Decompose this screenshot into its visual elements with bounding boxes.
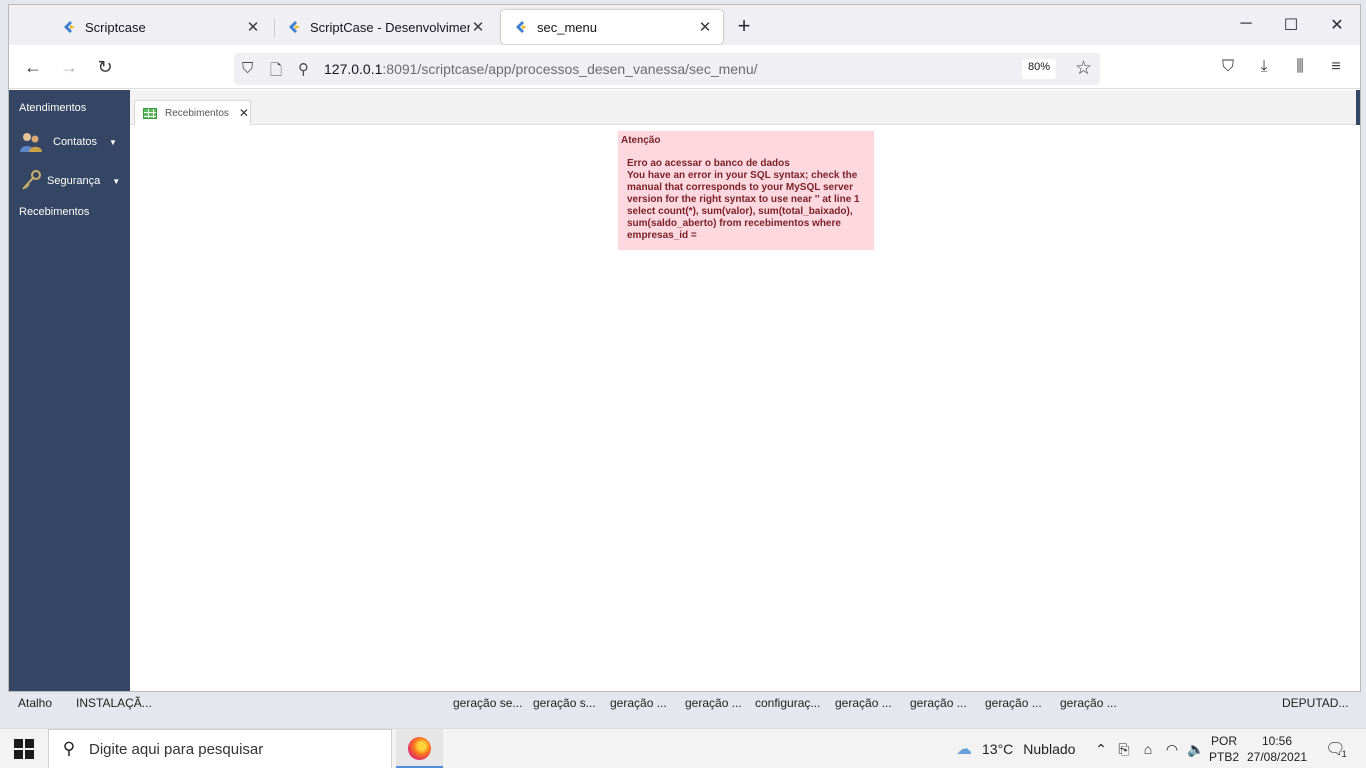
permissions-icon[interactable]: ⚲ bbox=[298, 60, 309, 78]
desktop-icon[interactable]: geração ... bbox=[985, 696, 1042, 710]
forward-button[interactable]: → bbox=[57, 57, 81, 78]
scriptcase-favicon-icon bbox=[289, 21, 300, 33]
zoom-indicator[interactable]: 80% bbox=[1021, 59, 1056, 79]
pocket-icon[interactable]: ⛉ bbox=[1217, 58, 1239, 76]
url-text[interactable]: 127.0.0.1:8091/scriptcase/app/processos_… bbox=[324, 61, 758, 77]
bookmark-star-icon[interactable]: ☆ bbox=[1075, 57, 1092, 80]
minimize-button[interactable]: ─ bbox=[1234, 15, 1258, 33]
desktop-icon[interactable]: geração s... bbox=[533, 696, 596, 710]
chevron-down-icon: ▼ bbox=[109, 137, 117, 147]
sidebar-item-atendimentos[interactable]: Atendimentos bbox=[19, 102, 86, 114]
input-language[interactable]: POR PTB2 bbox=[1208, 733, 1240, 765]
sidebar-item-contatos[interactable]: Contatos ▼ bbox=[19, 130, 117, 154]
desktop-icon[interactable]: geração ... bbox=[685, 696, 742, 710]
desktop-icon[interactable]: configuraç... bbox=[755, 696, 820, 710]
tray-icons: ⌃ ⎘ ⌂ ◠ 🔈 bbox=[1090, 729, 1208, 768]
cloud-icon: ☁ bbox=[956, 741, 972, 758]
error-line: select count(*), sum(valor), sum(total_b… bbox=[627, 206, 853, 241]
desktop-icon[interactable]: geração ... bbox=[610, 696, 667, 710]
clock[interactable]: 10:56 27/08/2021 bbox=[1244, 733, 1310, 765]
desktop-icon[interactable]: INSTALAÇÃ... bbox=[76, 696, 152, 710]
meet-icon[interactable]: ⎘ bbox=[1112, 741, 1136, 758]
close-window-button[interactable]: ✕ bbox=[1325, 15, 1349, 35]
page-icon[interactable]: 🗋 bbox=[270, 60, 282, 85]
volume-icon[interactable]: 🔈 bbox=[1184, 741, 1208, 758]
notification-button[interactable]: 🗨 1 bbox=[1322, 729, 1350, 768]
close-icon[interactable]: ✕ bbox=[239, 106, 249, 120]
app-tab-strip: Recebimentos ✕ bbox=[130, 90, 1360, 125]
downloads-icon[interactable]: ⤓ bbox=[1253, 58, 1275, 76]
tab-strip-edge bbox=[1356, 90, 1360, 125]
windows-start-icon[interactable] bbox=[14, 739, 34, 759]
close-icon[interactable]: ✕ bbox=[470, 18, 486, 36]
close-icon[interactable]: ✕ bbox=[697, 18, 713, 36]
contacts-icon bbox=[20, 133, 42, 152]
browser-tab-scriptcase[interactable]: Scriptcase ✕ bbox=[49, 9, 271, 45]
nav-bar: ← → ↻ ⛉ 🗋 ⚲ 127.0.0.1:8091/scriptcase/ap… bbox=[9, 45, 1360, 89]
tab-bar: Scriptcase ✕ ScriptCase - Desenvolviment… bbox=[9, 5, 1360, 45]
reload-button[interactable]: ↻ bbox=[93, 57, 117, 78]
desktop-icon[interactable]: geração ... bbox=[1060, 696, 1117, 710]
taskbar-firefox[interactable] bbox=[396, 729, 443, 768]
back-button[interactable]: ← bbox=[21, 57, 45, 78]
desktop-icon[interactable]: Atalho bbox=[18, 696, 52, 710]
wifi-icon[interactable]: ◠ bbox=[1160, 741, 1184, 758]
browser-tab-sec-menu[interactable]: sec_menu ✕ bbox=[501, 10, 723, 44]
menu-icon[interactable]: ≡ bbox=[1325, 58, 1347, 76]
key-icon bbox=[22, 170, 41, 190]
sidebar-item-recebimentos[interactable]: Recebimentos bbox=[19, 206, 89, 218]
error-line: You have an error in your SQL syntax; ch… bbox=[627, 170, 860, 205]
shield-icon[interactable]: ⛉ bbox=[242, 60, 253, 77]
desktop-icon[interactable]: DEPUTAD... bbox=[1282, 696, 1348, 710]
taskbar-search-box[interactable]: ⚲ Digite aqui para pesquisar bbox=[48, 729, 392, 768]
scriptcase-favicon-icon bbox=[516, 21, 527, 33]
error-body: Erro ao acessar o banco de dados You hav… bbox=[621, 158, 870, 242]
weather-widget[interactable]: ☁ 13°C Nublado bbox=[956, 729, 1075, 768]
library-icon[interactable]: ⫼ bbox=[1289, 58, 1311, 76]
sidebar-menu: Atendimentos Contatos ▼ Segurança ▼ Rece… bbox=[9, 90, 130, 691]
scriptcase-favicon-icon bbox=[64, 21, 75, 33]
error-line: Erro ao acessar o banco de dados bbox=[627, 158, 790, 169]
app-area: Atendimentos Contatos ▼ Segurança ▼ Rece… bbox=[9, 90, 1360, 691]
chevron-down-icon: ▼ bbox=[112, 176, 121, 186]
url-bar[interactable]: ⛉ 🗋 ⚲ 127.0.0.1:8091/scriptcase/app/proc… bbox=[234, 53, 1100, 85]
new-tab-button[interactable]: + bbox=[734, 15, 754, 37]
grid-icon bbox=[143, 107, 157, 119]
firefox-icon bbox=[408, 737, 431, 760]
browser-tab-desenvolvimento[interactable]: ScriptCase - Desenvolvimento - ✕ bbox=[274, 9, 496, 45]
sidebar-item-seguranca[interactable]: Segurança ▼ bbox=[19, 169, 120, 193]
desktop-icon[interactable]: geração ... bbox=[835, 696, 892, 710]
close-icon[interactable]: ✕ bbox=[245, 18, 261, 36]
error-message-box: Atenção Erro ao acessar o banco de dados… bbox=[618, 131, 874, 250]
maximize-button[interactable]: ☐ bbox=[1279, 15, 1303, 35]
taskbar: ⚲ Digite aqui para pesquisar ☁ 13°C Nubl… bbox=[0, 728, 1366, 768]
network-icon[interactable]: ⌂ bbox=[1136, 741, 1160, 757]
desktop-icon[interactable]: geração se... bbox=[453, 696, 522, 710]
chevron-up-icon[interactable]: ⌃ bbox=[1090, 741, 1112, 758]
tab-recebimentos[interactable]: Recebimentos ✕ bbox=[134, 100, 251, 125]
search-icon: ⚲ bbox=[62, 739, 76, 758]
desktop-icon[interactable]: geração ... bbox=[910, 696, 967, 710]
error-title: Atenção bbox=[621, 135, 661, 146]
browser-window: Scriptcase ✕ ScriptCase - Desenvolviment… bbox=[8, 4, 1361, 692]
